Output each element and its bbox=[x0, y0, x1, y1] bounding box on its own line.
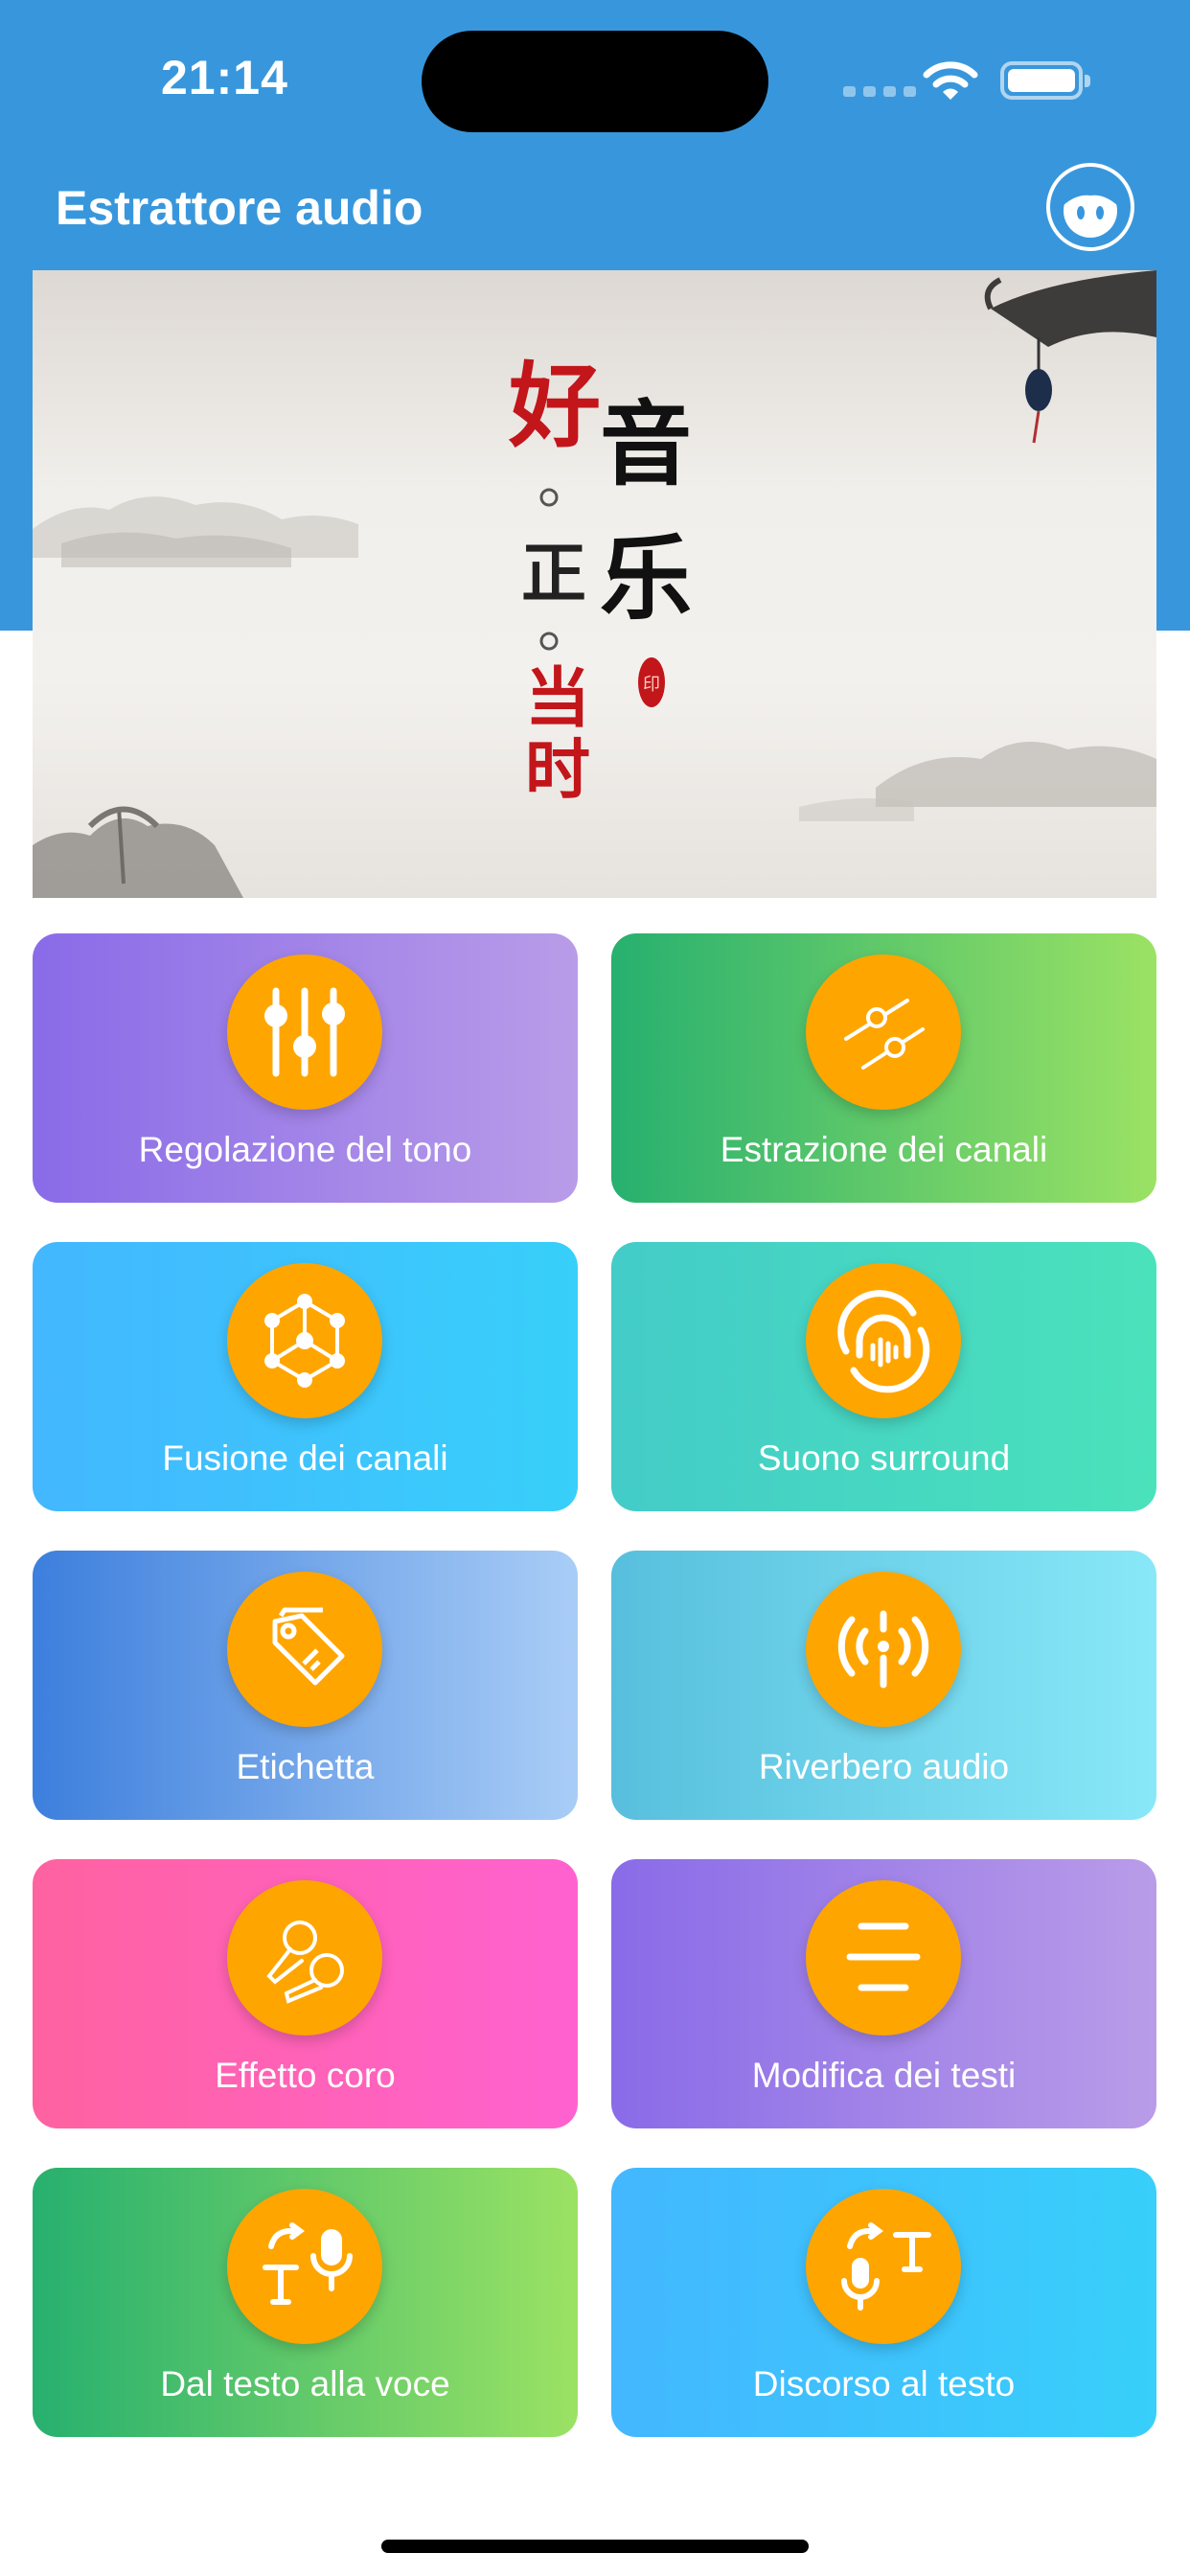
text-to-speech-icon bbox=[227, 2189, 382, 2344]
feature-card-chorus[interactable]: Effetto coro bbox=[33, 1859, 578, 2128]
wifi-icon bbox=[923, 61, 978, 100]
feature-card-edit-text[interactable]: Modifica dei testi bbox=[611, 1859, 1156, 2128]
banner-char-1: 好 bbox=[508, 352, 601, 460]
feature-card-text-to-speech[interactable]: Dal testo alla voce bbox=[33, 2168, 578, 2437]
banner-char-6: 乐 bbox=[600, 524, 692, 632]
feature-card-speech-to-text[interactable]: Discorso al testo bbox=[611, 2168, 1156, 2437]
avatar-icon bbox=[1064, 180, 1117, 238]
feature-card-channel-merge[interactable]: Fusione dei canali bbox=[33, 1242, 578, 1511]
equalizer-sliders-icon bbox=[227, 954, 382, 1110]
feature-label: Effetto coro bbox=[215, 2056, 396, 2095]
cellular-signal-icon bbox=[843, 86, 916, 97]
feature-label: Fusione dei canali bbox=[162, 1438, 448, 1478]
feature-card-channel-extraction[interactable]: Estrazione dei canali bbox=[611, 933, 1156, 1203]
speech-to-text-icon bbox=[806, 2189, 961, 2344]
dynamic-island bbox=[422, 31, 768, 132]
feature-label: Dal testo alla voce bbox=[160, 2364, 450, 2404]
feature-label: Discorso al testo bbox=[752, 2364, 1016, 2404]
feature-card-pitch[interactable]: Regolazione del tono bbox=[33, 933, 578, 1203]
lines-icon bbox=[806, 1880, 961, 2036]
feature-label: Suono surround bbox=[757, 1438, 1011, 1478]
feature-label: Regolazione del tono bbox=[138, 1130, 472, 1169]
status-bar: 21:14 bbox=[0, 0, 1190, 163]
feature-card-tag[interactable]: Etichetta bbox=[33, 1551, 578, 1820]
feature-card-reverb[interactable]: Riverbero audio bbox=[611, 1551, 1156, 1820]
profile-avatar-button[interactable] bbox=[1046, 163, 1134, 251]
banner-char-2: 正 bbox=[521, 536, 586, 612]
banner-char-4: 时 bbox=[525, 732, 590, 809]
battery-icon bbox=[1000, 61, 1090, 100]
banner-artwork: 印 好 正 当 时 音 乐 bbox=[33, 270, 1156, 898]
cube-network-icon bbox=[227, 1263, 382, 1418]
surround-headphones-icon bbox=[806, 1263, 961, 1418]
home-indicator[interactable] bbox=[381, 2540, 809, 2553]
promo-banner[interactable]: 印 好 正 当 时 音 乐 bbox=[33, 270, 1156, 898]
banner-seal: 印 bbox=[643, 675, 660, 695]
feature-label: Modifica dei testi bbox=[751, 2056, 1017, 2095]
feature-label: Etichetta bbox=[236, 1747, 375, 1786]
page-title: Estrattore audio bbox=[56, 181, 423, 235]
feature-card-surround[interactable]: Suono surround bbox=[611, 1242, 1156, 1511]
feature-label: Riverbero audio bbox=[758, 1747, 1010, 1786]
tag-icon bbox=[227, 1572, 382, 1727]
feature-label: Estrazione dei canali bbox=[720, 1130, 1048, 1169]
banner-char-5: 音 bbox=[600, 390, 692, 498]
microphones-icon bbox=[227, 1880, 382, 2036]
broadcast-icon bbox=[806, 1572, 961, 1727]
channel-split-icon bbox=[806, 954, 961, 1110]
banner-char-3: 当 bbox=[525, 660, 590, 737]
status-time: 21:14 bbox=[161, 51, 288, 104]
